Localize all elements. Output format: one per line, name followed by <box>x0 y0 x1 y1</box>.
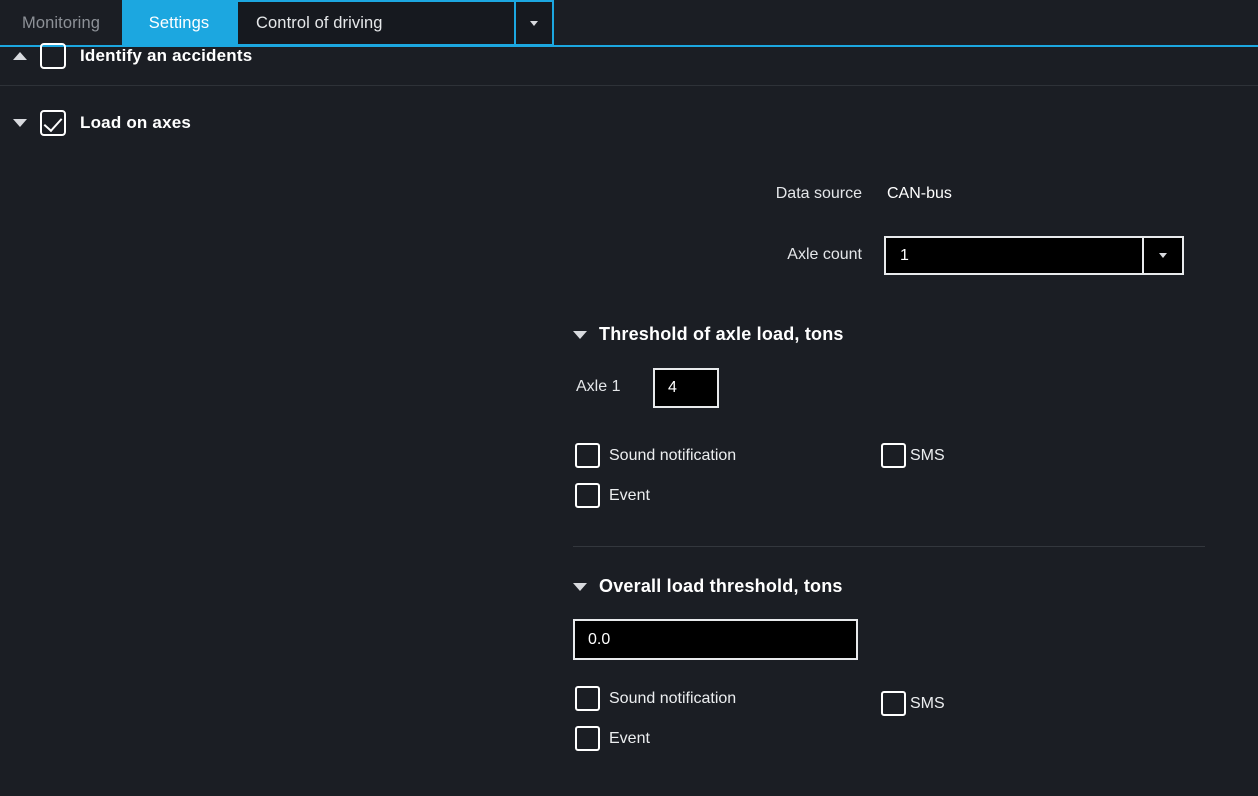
group-accidents-label: Identify an accidents <box>80 46 253 65</box>
overall-sound-notification-row[interactable]: Sound notification <box>575 686 736 711</box>
overall-threshold-input-value: 0.0 <box>588 630 611 648</box>
chevron-down-glyph <box>1159 253 1167 258</box>
overall-event-label: Event <box>609 729 650 747</box>
axle-count-label: Axle count <box>787 246 862 263</box>
group-load-on-axes-collapse-toggle[interactable] <box>0 108 40 138</box>
axle-event-row[interactable]: Event <box>575 483 650 508</box>
chevron-down-icon[interactable] <box>1142 238 1182 273</box>
axle-sound-notification-checkbox[interactable] <box>575 443 600 468</box>
group-load-on-axes-checkbox[interactable] <box>40 110 66 136</box>
overall-threshold-title: Overall load threshold, tons <box>599 576 843 596</box>
axle-threshold-header[interactable]: Threshold of axle load, tons <box>573 324 844 345</box>
axle-event-checkbox[interactable] <box>575 483 600 508</box>
overall-threshold-input[interactable]: 0.0 <box>573 619 858 660</box>
axle-count-select[interactable]: 1 <box>884 236 1184 275</box>
overall-sms-label: SMS <box>910 694 945 712</box>
data-source-value: CAN-bus <box>887 185 952 202</box>
caret-down-icon[interactable] <box>573 330 587 339</box>
data-source-label: Data source <box>775 185 862 202</box>
axle-1-input-value: 4 <box>668 379 677 396</box>
group-load-on-axes: Load on axes <box>0 108 191 138</box>
axle-sms-checkbox[interactable] <box>881 443 906 468</box>
tab-monitoring-label: Monitoring <box>21 13 101 32</box>
tab-control-label: Control of driving <box>256 13 383 32</box>
group-accidents-checkbox[interactable] <box>40 43 66 69</box>
group-load-on-axes-label: Load on axes <box>80 113 192 132</box>
tab-settings-label: Settings <box>148 13 210 32</box>
caret-down-glyph <box>573 582 587 591</box>
overall-event-row[interactable]: Event <box>575 726 650 751</box>
settings-content: Identify an accidents Load on axes Data … <box>0 43 1258 796</box>
overall-sound-notification-label: Sound notification <box>609 689 737 707</box>
caret-down-glyph <box>573 330 587 339</box>
overall-sms-row[interactable]: SMS <box>881 691 945 716</box>
axle-sms-label: SMS <box>910 446 945 464</box>
axle-1-label: Axle 1 <box>576 378 621 395</box>
section-divider <box>0 85 1258 86</box>
group-identify-an-accidents: Identify an accidents <box>0 41 252 71</box>
overall-event-checkbox[interactable] <box>575 726 600 751</box>
group-accidents-collapse-toggle[interactable] <box>0 41 40 71</box>
axle-count-select-value: 1 <box>900 246 909 264</box>
tab-settings[interactable]: Settings <box>122 0 236 46</box>
overall-threshold-header[interactable]: Overall load threshold, tons <box>573 576 843 597</box>
overall-sound-notification-checkbox[interactable] <box>575 686 600 711</box>
tab-monitoring[interactable]: Monitoring <box>0 0 122 46</box>
axle-sms-row[interactable]: SMS <box>881 443 945 468</box>
axle-threshold-title: Threshold of axle load, tons <box>599 324 844 344</box>
caret-down-icon[interactable] <box>573 582 587 591</box>
subsection-divider <box>573 546 1205 547</box>
axle-1-row: Axle 1 <box>576 378 620 396</box>
axle-1-input[interactable]: 4 <box>653 368 719 408</box>
tab-control-of-driving[interactable]: Control of driving <box>236 0 516 46</box>
caret-down-icon <box>13 119 27 127</box>
tab-control-dropdown-button[interactable] <box>514 0 554 46</box>
axle-count-row: Axle count <box>771 246 862 264</box>
tab-bar: Monitoring Settings Control of driving <box>0 0 1258 47</box>
caret-up-icon <box>13 52 27 60</box>
axle-event-label: Event <box>609 486 650 504</box>
data-source-row: Data source CAN-bus <box>759 185 952 203</box>
axle-sound-notification-label: Sound notification <box>609 446 737 464</box>
chevron-down-icon <box>530 20 538 26</box>
axle-sound-notification-row[interactable]: Sound notification <box>575 443 736 468</box>
overall-sms-checkbox[interactable] <box>881 691 906 716</box>
